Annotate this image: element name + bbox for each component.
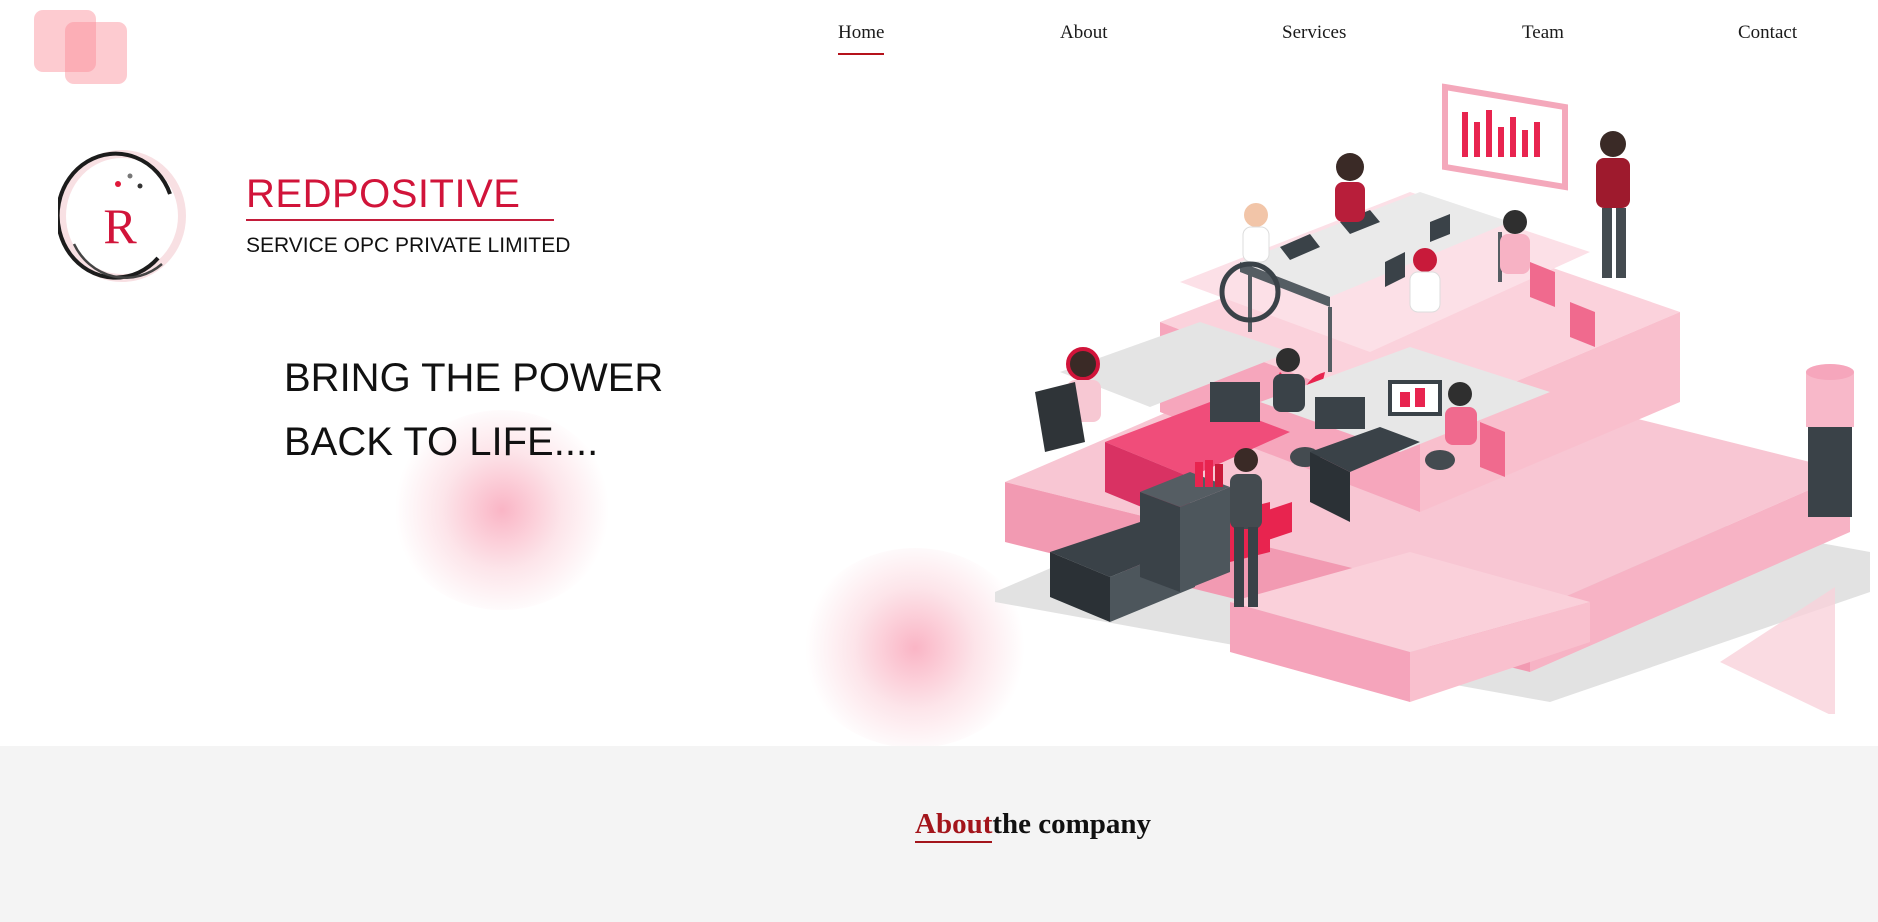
company-logo: R bbox=[55, 146, 188, 286]
nav-contact[interactable]: Contact bbox=[1738, 22, 1797, 53]
tagline-line-1: BRING THE POWER bbox=[284, 356, 664, 400]
about-title-accent: About bbox=[915, 808, 993, 843]
nav-services[interactable]: Services bbox=[1282, 22, 1346, 53]
logo-letter: R bbox=[103, 198, 137, 254]
about-title: Aboutthe company bbox=[915, 808, 1152, 843]
nav-team[interactable]: Team bbox=[1522, 22, 1564, 53]
company-name: REDPOSITIVE bbox=[246, 172, 554, 221]
main-nav: Home About Services Team Contact bbox=[0, 0, 1878, 70]
hero-tagline: BRING THE POWER BACK TO LIFE.... bbox=[284, 346, 663, 474]
about-title-rest: the company bbox=[992, 808, 1152, 840]
tagline-line-2: BACK TO LIFE.... bbox=[284, 420, 599, 464]
company-subtitle: SERVICE OPC PRIVATE LIMITED bbox=[246, 234, 571, 257]
office-team-illustration bbox=[916, 82, 1870, 717]
nav-about[interactable]: About bbox=[1060, 22, 1108, 53]
nav-home[interactable]: Home bbox=[838, 22, 885, 55]
